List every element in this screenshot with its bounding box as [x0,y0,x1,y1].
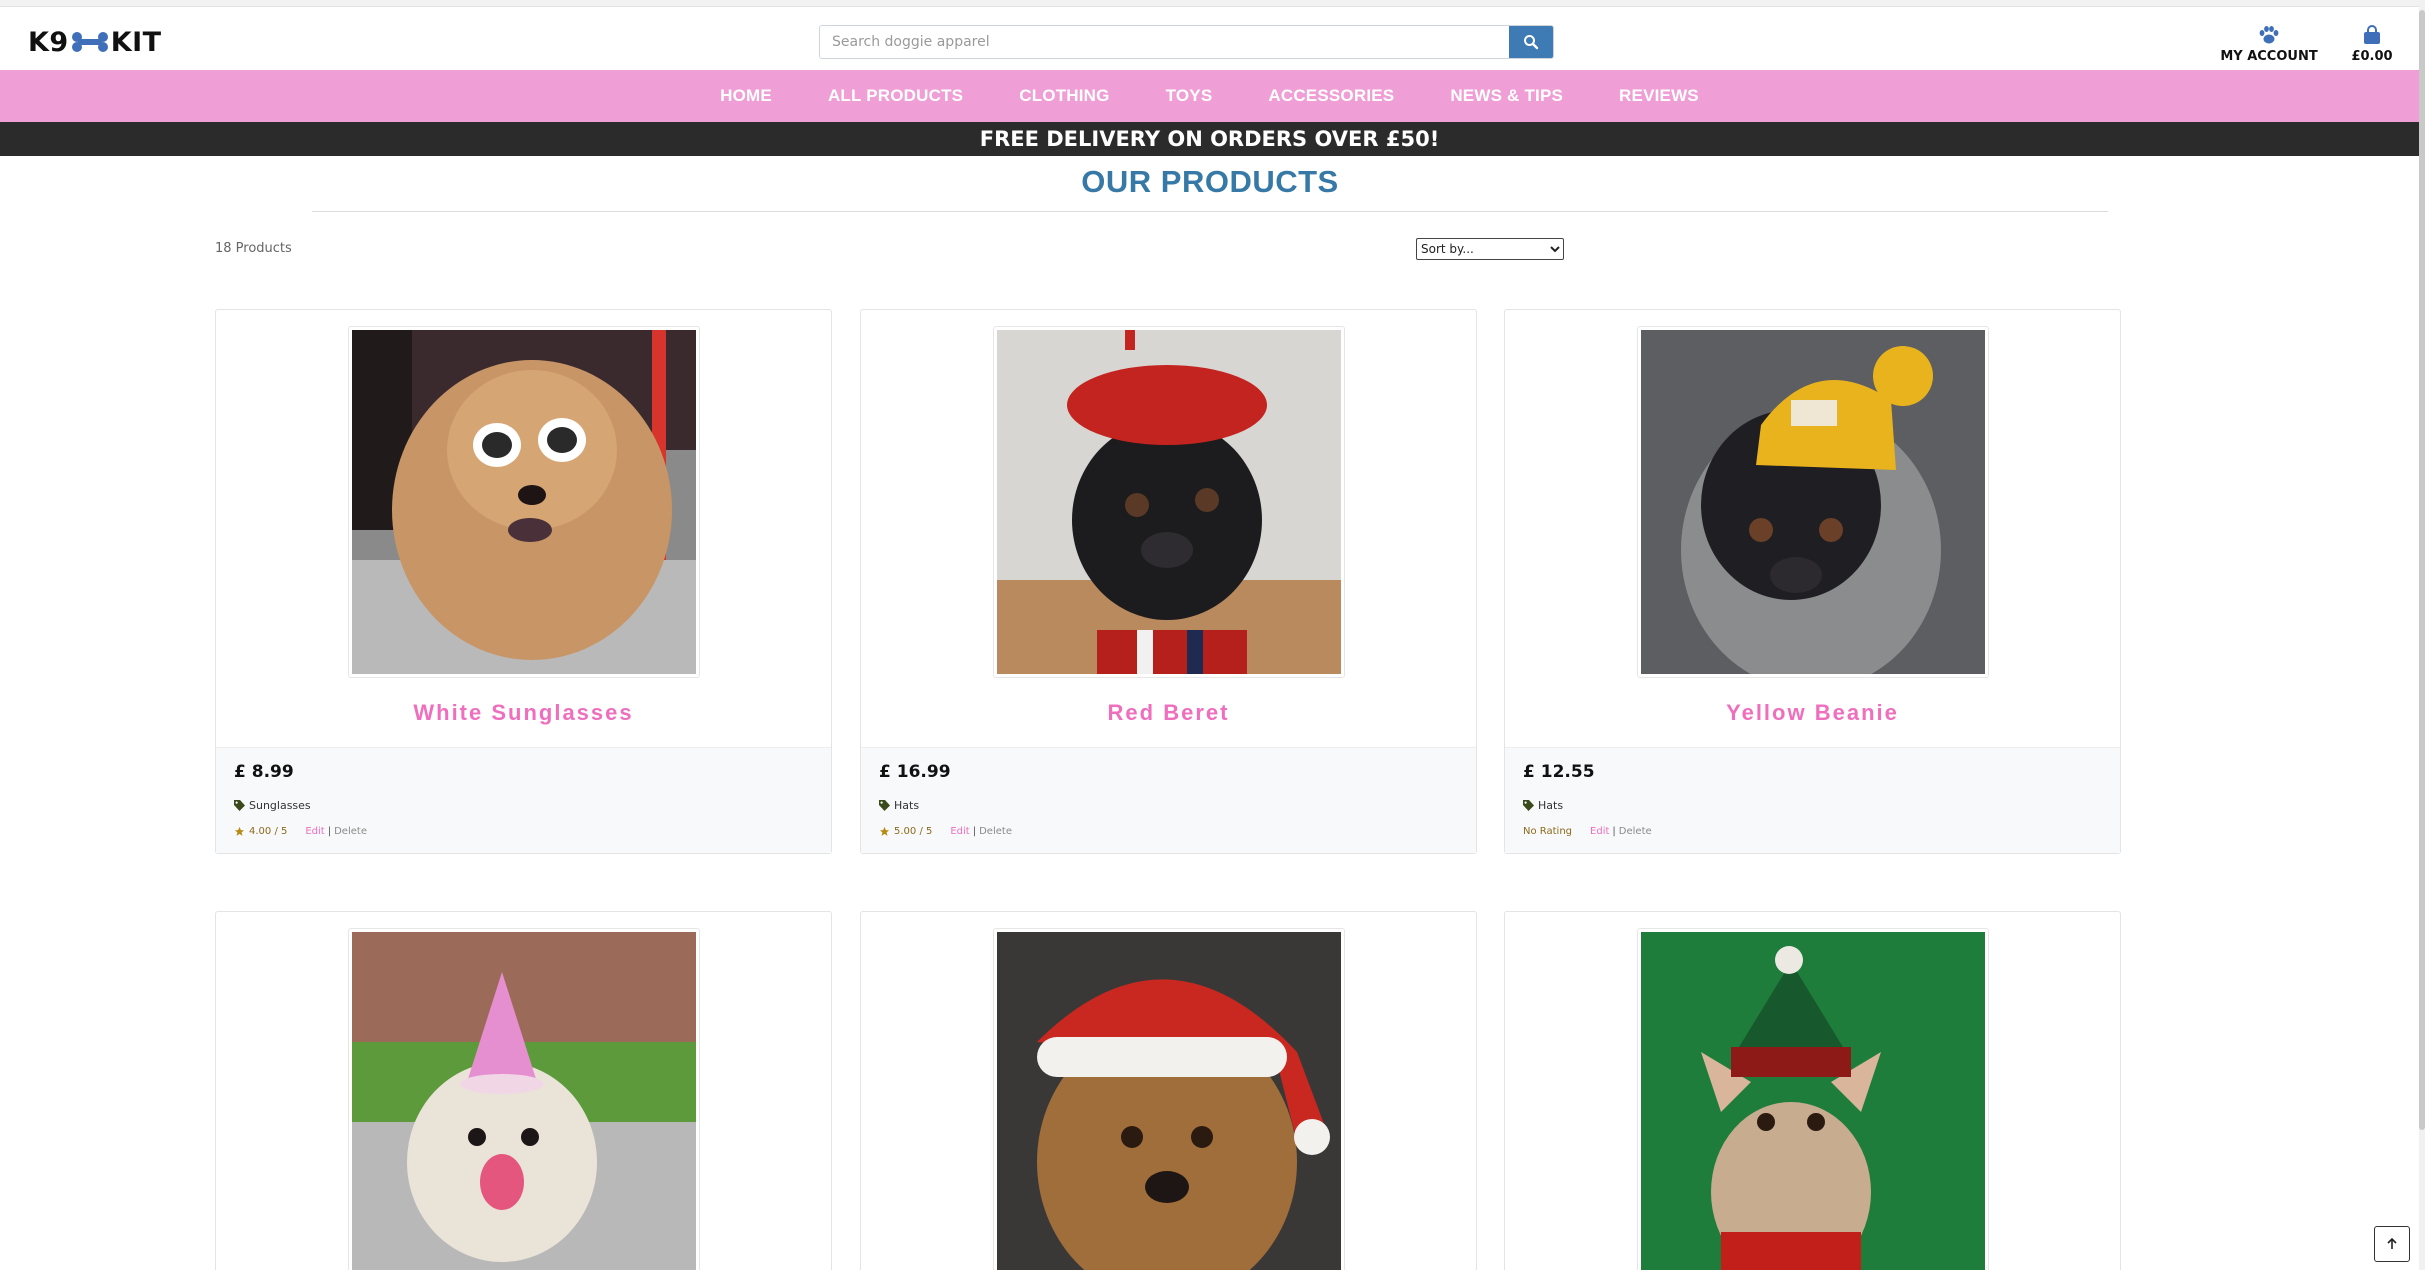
delivery-banner: FREE DELIVERY ON ORDERS OVER £50! [0,122,2419,156]
page-scrollbar[interactable] [2419,0,2425,1270]
nav-toys[interactable]: TOYS [1166,86,1213,106]
tag-icon [879,800,890,811]
search-icon [1524,35,1539,50]
search-input[interactable] [820,26,1509,58]
product-card[interactable]: Yellow Beanie £ 12.55 Hats No Rating Edi… [1504,309,2121,854]
nav-all-products[interactable]: ALL PRODUCTS [828,86,963,106]
product-footer: £ 16.99 Hats 5.00 / 5 Edit | Delete [861,747,1476,853]
product-price: £ 16.99 [879,762,951,782]
edit-product-link[interactable]: Edit [1590,826,1609,837]
product-category[interactable]: Sunglasses [234,799,311,812]
product-category-label: Hats [894,799,920,812]
product-rating-value: 5.00 / 5 [894,826,933,837]
product-meta: 5.00 / 5 Edit | Delete [879,826,1012,837]
product-name[interactable]: Yellow Beanie [1505,700,2120,726]
product-card[interactable]: White Sunglasses £ 8.99 Sunglasses 4.00 … [215,309,832,854]
product-footer: £ 12.55 Hats No Rating Edit | Delete [1505,747,2120,853]
nav-reviews[interactable]: REVIEWS [1619,86,1699,106]
product-image[interactable] [348,928,700,1270]
logo-text-right: KIT [110,26,162,58]
nav-news-tips[interactable]: NEWS & TIPS [1450,86,1563,106]
nav-home[interactable]: HOME [720,86,772,106]
product-name[interactable]: White Sunglasses [216,700,831,726]
dog-elf-hat-photo [1641,932,1985,1270]
product-count: 18 Products [215,241,292,256]
delete-product-link[interactable]: Delete [334,826,367,837]
dog-santa-hat-photo [997,932,1341,1270]
product-image[interactable] [1637,928,1989,1270]
link-separator: | [972,826,977,837]
product-category[interactable]: Hats [879,799,919,812]
product-card[interactable] [1504,911,2121,1270]
product-image[interactable] [993,326,1345,678]
product-card[interactable] [860,911,1477,1270]
product-rating-value: No Rating [1523,826,1573,837]
product-image[interactable] [348,326,700,678]
product-image[interactable] [993,928,1345,1270]
product-card[interactable] [215,911,832,1270]
link-separator: | [327,826,332,837]
page-title: OUR PRODUCTS [1081,164,1339,199]
dog-sunglasses-photo [352,330,696,674]
product-meta: 4.00 / 5 Edit | Delete [234,826,367,837]
product-price: £ 8.99 [234,762,294,782]
product-rating: 5.00 / 5 [879,826,932,837]
my-account-link[interactable]: MY ACCOUNT [2214,25,2324,64]
tag-icon [234,800,245,811]
edit-product-link[interactable]: Edit [950,826,969,837]
cart-total: £0.00 [2351,49,2393,64]
site-header: K9 KIT Search doggie apparel MY ACCOUNT … [0,7,2419,70]
logo-text-left: K9 [28,26,69,58]
arrow-up-icon [2387,1237,2397,1249]
link-separator: | [1612,826,1616,837]
product-name[interactable]: Red Beret [861,700,1476,726]
delivery-banner-text: FREE DELIVERY ON ORDERS OVER £50! [979,127,1440,151]
product-rating: 4.00 / 5 [234,826,287,837]
title-divider [312,211,2108,212]
edit-product-link[interactable]: Edit [305,826,324,837]
star-icon [879,826,890,836]
dog-beret-photo [997,330,1341,674]
delete-product-link[interactable]: Delete [1619,826,1652,837]
star-icon [234,826,245,836]
sort-select[interactable]: Sort by... [1416,238,1564,260]
delete-product-link[interactable]: Delete [979,826,1012,837]
product-meta: No Rating Edit | Delete [1523,826,1652,837]
search-bar [819,25,1554,59]
product-category-label: Hats [1538,799,1564,812]
product-card[interactable]: Red Beret £ 16.99 Hats 5.00 / 5 Edit | D… [860,309,1477,854]
product-image[interactable] [1637,326,1989,678]
my-account-label: MY ACCOUNT [2220,49,2318,64]
nav-accessories[interactable]: ACCESSORIES [1268,86,1394,106]
dog-party-hat-photo [352,932,696,1270]
back-to-top-button[interactable] [2374,1226,2410,1262]
scrollbar-thumb[interactable] [2419,10,2425,1130]
cart-link[interactable]: £0.00 [2350,25,2394,64]
main-nav: HOME ALL PRODUCTS CLOTHING TOYS ACCESSOR… [0,70,2419,122]
search-button[interactable] [1509,26,1553,58]
product-category[interactable]: Hats [1523,799,1563,812]
tag-icon [1523,800,1534,811]
browser-top-strip [0,0,2425,7]
dog-beanie-photo [1641,330,1985,674]
site-logo[interactable]: K9 KIT [28,25,162,59]
product-category-label: Sunglasses [249,799,311,812]
product-rating: No Rating [1523,826,1572,837]
bone-icon [70,27,110,57]
product-footer: £ 8.99 Sunglasses 4.00 / 5 Edit | Delete [216,747,831,853]
shopping-bag-icon [2364,25,2380,44]
product-rating-value: 4.00 / 5 [249,826,288,837]
paw-icon [2259,26,2279,44]
nav-clothing[interactable]: CLOTHING [1019,86,1109,106]
product-price: £ 12.55 [1523,762,1595,782]
